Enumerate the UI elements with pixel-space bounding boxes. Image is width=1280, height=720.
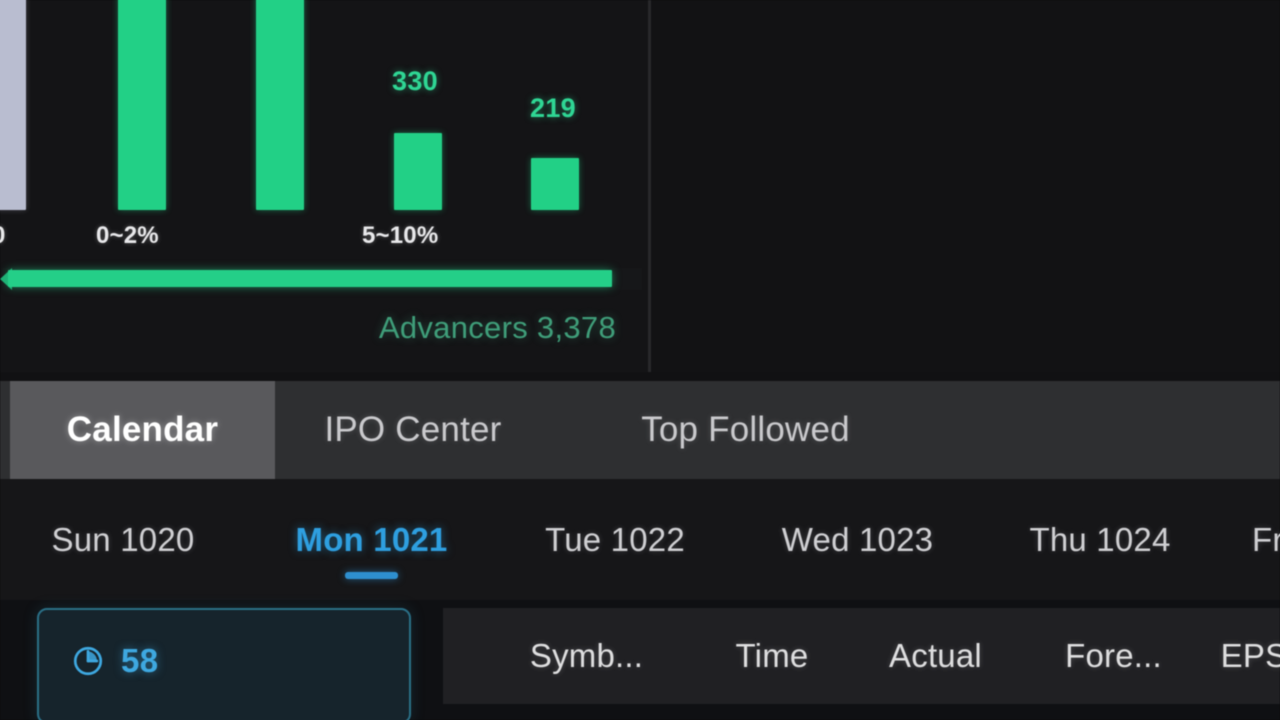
advancers-progress-fill xyxy=(8,270,612,287)
earnings-count-value: 58 xyxy=(121,642,159,679)
day-wed-1023[interactable]: Wed 1023 xyxy=(751,479,964,600)
day-fri-1025[interactable]: Fr xyxy=(1252,479,1280,600)
chart-bar-value-3: 330 xyxy=(392,66,438,96)
top-panels: 330 219 0 0~2% 5~10% Advancers 3,378 6 N… xyxy=(0,0,1280,372)
chart-tick-1: 0~2% xyxy=(96,222,159,249)
column-header-symbol[interactable]: Symb... xyxy=(479,608,694,704)
advancers-summary-label: Advancers 3,378 xyxy=(378,310,616,345)
section-tabs: Calendar IPO Center Top Followed xyxy=(0,381,1280,479)
earnings-table-header: Symb... Time Actual Fore... EPS xyxy=(443,608,1280,704)
earnings-count-card[interactable]: 58 xyxy=(37,608,411,720)
day-thu-1024[interactable]: Thu 1024 xyxy=(996,479,1204,600)
calendar-day-selector: Sun 1020 Mon 1021 Tue 1022 Wed 1023 Thu … xyxy=(0,479,1280,600)
day-tue-1022[interactable]: Tue 1022 xyxy=(511,479,719,600)
chart-bar-value-4: 219 xyxy=(530,93,576,123)
day-active-underline xyxy=(345,572,398,579)
tab-calendar[interactable]: Calendar xyxy=(10,381,275,479)
chart-bar-4 xyxy=(531,158,579,210)
column-header-actual[interactable]: Actual xyxy=(853,608,1018,704)
distribution-bar-chart: 330 219 xyxy=(0,0,648,210)
chart-tick-0: 0 xyxy=(0,222,6,250)
chart-bar-2 xyxy=(256,0,304,210)
chart-bar-grey xyxy=(0,0,26,210)
tab-top-followed[interactable]: Top Followed xyxy=(597,381,894,479)
column-header-eps[interactable]: EPS xyxy=(1209,608,1280,704)
earnings-count-row: 58 xyxy=(71,642,159,680)
chart-tick-2: 5~10% xyxy=(362,222,439,249)
column-header-time[interactable]: Time xyxy=(707,608,837,704)
tab-ipo-center[interactable]: IPO Center xyxy=(291,381,535,479)
chart-bar-3 xyxy=(394,133,442,210)
app-screen: 330 219 0 0~2% 5~10% Advancers 3,378 6 N… xyxy=(0,0,1280,720)
clock-icon xyxy=(71,644,105,678)
chart-bar-1 xyxy=(118,0,166,210)
day-mon-1021[interactable]: Mon 1021 xyxy=(264,479,479,600)
market-sentiment-panel: 6 Ne Pre Day : 59 (Neutral)Pre Week : xyxy=(651,0,1280,372)
day-sun-1020[interactable]: Sun 1020 xyxy=(23,479,223,600)
market-distribution-panel: 330 219 0 0~2% 5~10% Advancers 3,378 xyxy=(0,0,648,372)
calendar-content: 58 Symb... Time Actual Fore... EPS xyxy=(0,600,1280,720)
column-header-forecast[interactable]: Fore... xyxy=(1031,608,1196,704)
